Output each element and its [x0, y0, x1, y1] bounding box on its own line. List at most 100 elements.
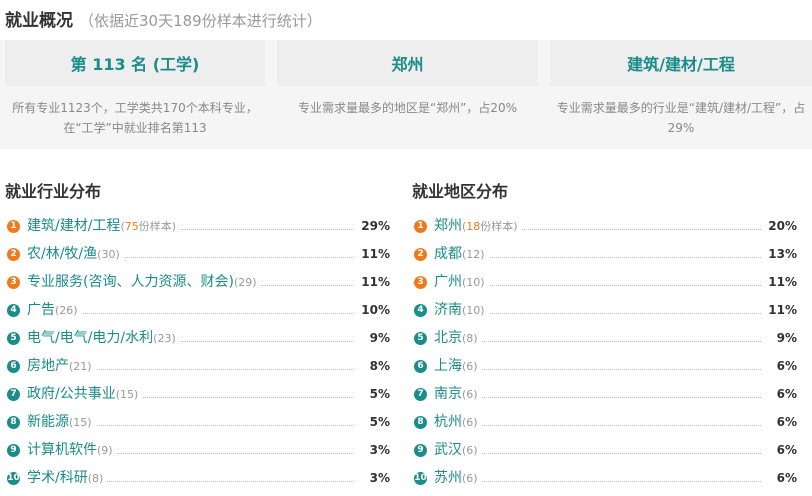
industry-item-link[interactable]: 政府/公共事业(15): [27, 384, 143, 405]
rank-badge: 10: [7, 472, 20, 485]
region-item-link[interactable]: 济南(10): [434, 300, 489, 321]
sample-count: (8): [87, 472, 104, 485]
region-item-link[interactable]: 南京(6): [434, 384, 482, 405]
rank-badge: 9: [7, 444, 20, 457]
rank-badge: 7: [414, 388, 427, 401]
region-item-link[interactable]: 北京(8): [434, 328, 482, 349]
sample-count: (75份样本): [120, 220, 177, 233]
sample-count-value: 6: [466, 444, 474, 457]
section-header: 就业概况 （依据近30天189份样本进行统计）: [5, 6, 322, 31]
sample-count-value: 9: [101, 444, 109, 457]
sample-count-value: 15: [120, 388, 135, 401]
sample-count-value: 23: [157, 332, 172, 345]
industry-item-row: 9 计算机软件(9) 3%: [5, 440, 390, 468]
industry-item-link[interactable]: 新能源(15): [27, 412, 96, 433]
region-item-link[interactable]: 广州(10): [434, 272, 489, 293]
region-item-link[interactable]: 武汉(6): [434, 440, 482, 461]
percent-value: 6%: [772, 412, 797, 432]
region-item-link[interactable]: 杭州(6): [434, 412, 482, 433]
industry-item-link[interactable]: 专业服务(咨询、人力资源、财会)(29): [27, 272, 261, 293]
page-title: 就业概况: [5, 11, 73, 31]
industry-item-row: 7 政府/公共事业(15) 5%: [5, 384, 390, 412]
region-item-row: 6 上海(6) 6%: [412, 356, 797, 384]
percent-value: 11%: [357, 244, 390, 264]
industry-item-name: 学术/科研: [27, 470, 88, 486]
region-panel-title: 就业地区分布: [412, 182, 509, 201]
rank-badge: 6: [7, 360, 20, 373]
industry-item-link[interactable]: 广告(26): [27, 300, 82, 321]
percent-value: 5%: [365, 384, 390, 404]
industry-item-name: 计算机软件: [27, 442, 97, 458]
industry-item-link[interactable]: 电气/电气/电力/水利(23): [27, 328, 180, 349]
sample-count-value: 18: [466, 220, 481, 233]
region-item-row: 2 成都(12) 13%: [412, 244, 797, 272]
percent-value: 9%: [365, 328, 390, 348]
region-item-row: 3 广州(10) 11%: [412, 272, 797, 300]
sample-count: (9): [97, 444, 113, 457]
industry-item-row: 4 广告(26) 10%: [5, 300, 390, 328]
sample-count: (10): [462, 276, 485, 289]
region-item-link[interactable]: 苏州(6): [434, 468, 482, 489]
industry-item-link[interactable]: 计算机软件(9): [27, 440, 117, 461]
region-item-link[interactable]: 上海(6): [434, 356, 482, 377]
industry-item-link[interactable]: 建筑/建材/工程(75份样本): [27, 216, 181, 237]
rank-badge: 4: [414, 304, 427, 317]
sample-count-value: 10: [466, 304, 481, 317]
industry-item-name: 电气/电气/电力/水利: [27, 330, 154, 346]
industry-panel-title: 就业行业分布: [5, 182, 102, 201]
region-item-name: 南京: [434, 386, 462, 402]
industry-item-link[interactable]: 农/林/牧/渔(30): [27, 244, 124, 265]
region-item-row: 7 南京(6) 6%: [412, 384, 797, 412]
industry-item-row: 8 新能源(15) 5%: [5, 412, 390, 440]
sample-count: (26): [55, 304, 78, 317]
percent-value: 6%: [772, 384, 797, 404]
percent-value: 20%: [764, 216, 797, 236]
industry-item-name: 建筑/建材/工程: [27, 218, 121, 234]
dotted-leader: [434, 341, 761, 342]
sample-count: (8): [462, 332, 478, 345]
sample-count-value: 8: [92, 472, 100, 485]
sample-count: (29): [233, 276, 257, 289]
industry-item-link[interactable]: 学术/科研(8): [27, 468, 108, 489]
region-distribution-panel: 就业地区分布 1 郑州(18份样本) 20% 2 成都(12) 13% 3 广州(10) 11%…: [412, 180, 797, 489]
region-item-name: 武汉: [434, 442, 462, 458]
rank-badge: 2: [414, 248, 427, 261]
percent-value: 6%: [772, 356, 797, 376]
region-item-row: 1 郑州(18份样本) 20%: [412, 216, 797, 244]
percent-value: 10%: [357, 300, 390, 320]
industry-item-row: 2 农/林/牧/渔(30) 11%: [5, 244, 390, 272]
region-item-row: 8 杭州(6) 6%: [412, 412, 797, 440]
region-item-name: 济南: [434, 302, 462, 318]
summary-card-description: 专业需求量最多的地区是“郑州”，占20%: [297, 101, 518, 115]
sample-count: (6): [462, 416, 478, 429]
rank-badge: 10: [414, 472, 427, 485]
rank-badge: 4: [7, 304, 20, 317]
region-item-link[interactable]: 郑州(18份样本): [434, 216, 522, 237]
sample-count-value: 6: [466, 360, 474, 373]
industry-item-name: 广告: [27, 302, 55, 318]
sample-count: (10): [462, 304, 485, 317]
region-item-name: 上海: [434, 358, 462, 374]
region-item-name: 郑州: [434, 218, 462, 234]
sample-count-suffix: 份样本: [138, 220, 172, 233]
rank-badge: 6: [414, 360, 427, 373]
region-item-row: 10 苏州(6) 6%: [412, 468, 797, 496]
sample-count-value: 15: [73, 416, 88, 429]
sample-count: (6): [462, 360, 478, 373]
dotted-leader: [434, 481, 761, 482]
rank-badge: 8: [414, 416, 427, 429]
industry-item-link[interactable]: 房地产(21): [27, 356, 96, 377]
sample-count: (15): [115, 388, 139, 401]
region-item-link[interactable]: 成都(12): [434, 244, 489, 265]
sample-count: (30): [97, 248, 120, 261]
summary-panel: 第 113 名 (工学) 所有专业1123个，工学类共170个本科专业，在“工学…: [0, 40, 812, 149]
sample-count-value: 30: [101, 248, 116, 261]
sample-count-value: 10: [466, 276, 481, 289]
rank-badge: 5: [414, 332, 427, 345]
sample-count-value: 12: [466, 248, 481, 261]
summary-card-region: 郑州 专业需求量最多的地区是“郑州”，占20%: [277, 40, 538, 149]
percent-value: 6%: [772, 468, 797, 488]
industry-item-name: 房地产: [27, 358, 69, 374]
sample-count-value: 6: [466, 388, 474, 401]
sample-count: (23): [153, 332, 176, 345]
